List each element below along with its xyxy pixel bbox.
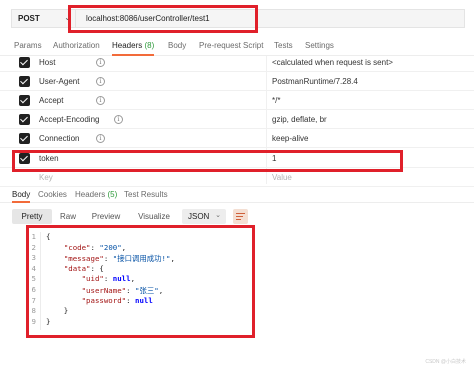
line-number: 2 [31,242,36,252]
line-number: 8 [31,306,36,316]
response-tab-test-results[interactable]: Test Results [124,190,168,199]
tab-params[interactable]: Params [14,41,42,50]
line-number: 4 [31,263,36,273]
header-key: Accept-Encoding [39,115,100,124]
header-row-host: Host i <calculated when request is sent> [0,53,474,72]
header-value: PostmanRuntime/7.28.4 [272,77,358,86]
info-icon[interactable]: i [96,134,105,143]
header-value[interactable]: 1 [272,154,276,163]
tab-authorization[interactable]: Authorization [53,41,100,50]
header-row-token: token 1 [0,149,474,168]
headers-count: (8) [144,41,155,50]
header-value: */* [272,96,281,105]
checkbox-accept[interactable] [19,95,30,106]
code-text: "uid": null, [81,274,136,284]
info-icon[interactable]: i [96,77,105,86]
header-key: Accept [39,96,64,105]
response-tab-headers[interactable]: Headers (5) [75,190,117,199]
code-line: 5 "uid": null, [0,274,474,284]
language-select-value: JSON [188,212,210,221]
info-icon[interactable]: i [96,96,105,105]
line-number: 9 [31,316,36,326]
wrap-lines-button[interactable] [233,209,248,224]
tab-settings[interactable]: Settings [305,41,334,50]
url-text: localhost:8086/userController/test1 [86,14,210,23]
format-preview-button[interactable]: Preview [88,209,124,224]
header-key: User-Agent [39,77,80,86]
header-key[interactable]: token [39,154,59,163]
checkbox-accept-encoding[interactable] [19,114,30,125]
tab-body[interactable]: Body [168,41,186,50]
language-select[interactable]: JSON ⌄ [182,209,226,224]
chevron-down-icon: ⌄ [64,13,71,22]
header-value: gzip, deflate, br [272,115,327,124]
header-row-connection: Connection i keep-alive [0,129,474,148]
tab-headers[interactable]: Headers (8) [112,41,154,50]
line-number: 7 [31,295,36,305]
code-text: "code": "200", [63,242,127,252]
format-visualize-button[interactable]: Visualize [132,209,176,224]
method-label: POST [18,14,40,23]
header-row-user-agent: User-Agent i PostmanRuntime/7.28.4 [0,72,474,91]
code-text: } [46,306,69,316]
code-line: 4 "data": { [0,264,474,274]
format-raw-button[interactable]: Raw [55,209,81,224]
code-line: 3 "message": "接口调用成功!", [0,253,474,263]
line-number: 6 [31,285,36,294]
code-line: 9} [0,317,474,327]
header-key: Host [39,58,56,67]
header-row-accept: Accept i */* [0,91,474,110]
header-row-accept-encoding: Accept-Encoding i gzip, deflate, br [0,110,474,129]
checkbox-user-agent[interactable] [19,76,30,87]
code-text: } [46,316,51,326]
code-line: 1{ [0,232,474,242]
header-value: keep-alive [272,134,309,143]
code-line: 2 "code": "200", [0,243,474,253]
code-text: "password": null [81,295,153,305]
active-response-tab-indicator [12,201,30,203]
header-row-new: Key Value [0,168,474,187]
tab-tests[interactable]: Tests [274,41,293,50]
code-line: 7 "password": null [0,296,474,306]
code-text: "data": { [63,263,104,273]
format-pretty-button[interactable]: Pretty [12,209,52,224]
code-line: 6 "userName": "张三", [0,285,474,295]
response-tab-cookies[interactable]: Cookies [38,190,67,199]
new-value-input[interactable]: Value [272,173,292,182]
checkbox-token[interactable] [19,153,30,164]
chevron-down-icon: ⌄ [215,212,221,219]
info-icon[interactable]: i [96,58,105,67]
checkbox-connection[interactable] [19,133,30,144]
response-tabs: Body Cookies Headers (5) Test Results [0,187,474,203]
tab-pre-request-script[interactable]: Pre-request Script [199,41,263,50]
watermark: CSDN @小白技术 [425,359,466,365]
response-tab-body[interactable]: Body [12,190,30,199]
header-value: <calculated when request is sent> [272,58,393,67]
url-input[interactable]: localhost:8086/userController/test1 [75,9,465,28]
code-text: "userName": "张三", [81,286,164,295]
checkbox-host[interactable] [19,57,30,68]
code-line: 8 } [0,306,474,316]
code-text: { [46,232,51,241]
line-number: 1 [31,232,36,241]
line-number: 5 [31,274,36,284]
code-text: "message": "接口调用成功!", [63,254,175,264]
info-icon[interactable]: i [114,115,123,124]
method-select[interactable]: POST ⌄ [11,9,75,28]
header-key: Connection [39,134,80,143]
response-headers-count: (5) [107,190,118,199]
line-number: 3 [31,253,36,263]
new-key-input[interactable]: Key [39,173,53,182]
